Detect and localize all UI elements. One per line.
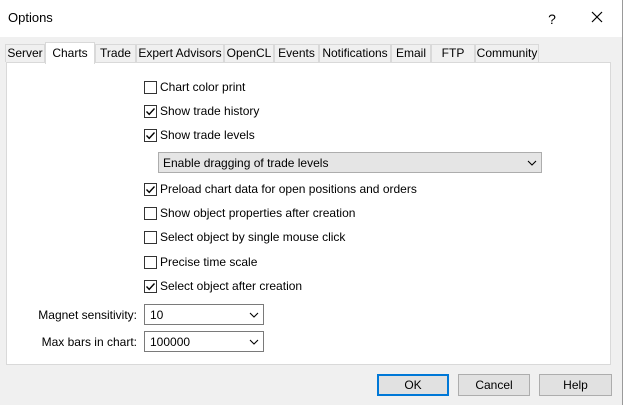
tab-notifications[interactable]: Notifications <box>319 44 391 62</box>
tab-expert-advisors[interactable]: Expert Advisors <box>136 44 224 62</box>
checkbox[interactable] <box>144 80 157 94</box>
tab-ftp[interactable]: FTP <box>431 44 475 62</box>
checkmark-icon <box>145 282 156 290</box>
magnet-sensitivity-combo[interactable]: 10 <box>144 304 264 325</box>
select-after-creation-option[interactable]: Select object after creation <box>144 278 302 294</box>
select-by-single-click-label: Select object by single mouse click <box>160 230 346 244</box>
checkbox[interactable] <box>144 182 157 196</box>
checkbox[interactable] <box>144 255 157 269</box>
ok-button[interactable]: OK <box>377 374 449 396</box>
chart-color-print-label: Chart color print <box>160 80 246 94</box>
chevron-down-icon <box>245 312 263 318</box>
magnet-sensitivity-value: 10 <box>150 307 164 322</box>
chart-color-print-option[interactable]: Chart color print <box>144 79 245 95</box>
precise-time-scale-label: Precise time scale <box>160 255 258 269</box>
cancel-button[interactable]: Cancel <box>458 374 530 396</box>
checkbox[interactable] <box>144 104 157 118</box>
tab-opencl[interactable]: OpenCL <box>224 44 274 62</box>
tab-charts[interactable]: Charts <box>45 42 95 64</box>
tab-server[interactable]: Server <box>5 44 45 62</box>
max-bars-value: 100000 <box>150 334 191 349</box>
checkbox[interactable] <box>144 128 157 142</box>
checkbox[interactable] <box>144 279 157 293</box>
tab-trade[interactable]: Trade <box>95 44 136 62</box>
window-title: Options <box>8 10 53 25</box>
close-button[interactable] <box>578 0 616 37</box>
close-icon <box>591 11 603 26</box>
tab-email[interactable]: Email <box>391 44 431 62</box>
checkmark-icon <box>145 107 156 115</box>
show-trade-history-option[interactable]: Show trade history <box>144 103 259 119</box>
options-dialog: Options ? Server Charts Trade Expert Adv… <box>0 0 623 405</box>
chevron-down-icon <box>245 339 263 345</box>
chevron-down-icon <box>523 160 541 166</box>
help-title-button[interactable]: ? <box>537 0 567 37</box>
show-trade-history-label: Show trade history <box>160 104 260 118</box>
help-button[interactable]: Help <box>539 374 612 396</box>
show-trade-levels-label: Show trade levels <box>160 128 255 142</box>
tab-community[interactable]: Community <box>475 44 539 62</box>
checkbox[interactable] <box>144 230 157 244</box>
magnet-sensitivity-label: Magnet sensitivity: <box>38 308 137 322</box>
show-object-properties-option[interactable]: Show object properties after creation <box>144 205 355 221</box>
select-by-single-click-option[interactable]: Select object by single mouse click <box>144 229 345 245</box>
max-bars-combo[interactable]: 100000 <box>144 331 264 352</box>
trade-levels-mode-value: Enable dragging of trade levels <box>163 155 329 170</box>
show-trade-levels-option[interactable]: Show trade levels <box>144 127 255 143</box>
tab-events[interactable]: Events <box>274 44 319 62</box>
precise-time-scale-option[interactable]: Precise time scale <box>144 254 257 270</box>
preload-chart-data-option[interactable]: Preload chart data for open positions an… <box>144 181 417 197</box>
checkbox[interactable] <box>144 206 157 220</box>
title-bar: Options ? <box>0 0 622 37</box>
trade-levels-mode-select[interactable]: Enable dragging of trade levels <box>158 152 542 173</box>
preload-chart-data-label: Preload chart data for open positions an… <box>160 182 417 196</box>
checkmark-icon <box>145 131 156 139</box>
max-bars-label: Max bars in chart: <box>41 335 137 349</box>
select-after-creation-label: Select object after creation <box>160 279 303 293</box>
show-object-properties-label: Show object properties after creation <box>160 206 356 220</box>
checkmark-icon <box>145 185 156 193</box>
